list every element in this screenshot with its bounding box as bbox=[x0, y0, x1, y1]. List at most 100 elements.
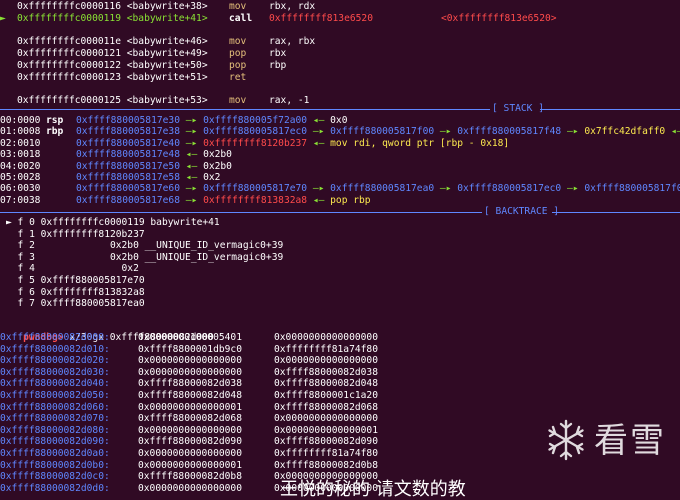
memory-row[interactable]: 0xffff88000082d070: 0xffff88000082d068 0x0… bbox=[0, 413, 378, 425]
backtrace-section-label: [ BACKTRACE ] bbox=[484, 206, 560, 217]
watermark-text: 看雪 bbox=[594, 421, 666, 461]
call-target: <0xffffffff813e6520> bbox=[441, 13, 557, 24]
backtrace-frame[interactable]: f 3 0x2b0 __UNIQUE_ID_vermagic0+39 bbox=[6, 251, 284, 264]
backtrace-frame[interactable]: ► f 0 0xffffffffc0000119 babywrite+41 bbox=[6, 217, 220, 229]
memory-row[interactable]: 0xffff88000082d080: 0x0000000000000000 0x0… bbox=[0, 425, 378, 437]
memory-value: 0x0000000000000001 bbox=[138, 459, 242, 471]
stack-value-chain: 0xffff880005817e58 ◂— 0x2 bbox=[76, 172, 221, 183]
memory-value: 0x0000000000000000 bbox=[138, 355, 242, 367]
memory-value: 0xffff88000082d0b8 bbox=[274, 459, 378, 471]
disasm-line[interactable]: ► 0xffffffffc0000119 <babywrite+41> call 0… bbox=[0, 13, 557, 25]
backtrace-frame[interactable]: f 1 0xffffffff8120b237 bbox=[6, 229, 145, 241]
backtrace-frame[interactable]: f 7 0xffff880005817ea0 bbox=[6, 298, 145, 310]
memory-value: 0x0000000100005401 bbox=[138, 332, 242, 343]
stack-offset: 00:0000 bbox=[0, 115, 41, 126]
instruction-mnemonic: mov bbox=[229, 1, 247, 12]
memory-address: 0xffff88000082d090: bbox=[0, 436, 110, 448]
stack-offset: 04:0020 bbox=[0, 160, 41, 172]
memory-row[interactable]: 0xffff88000082d030: 0x0000000000000000 0xf… bbox=[0, 367, 378, 379]
stack-section-label: [ STACK ] bbox=[492, 103, 544, 114]
memory-value: 0x0000000000000000 bbox=[274, 355, 378, 367]
stack-entry[interactable]: 04:0020 0xffff880005817e50 ◂— 0x2b0 bbox=[0, 161, 232, 173]
disasm-line[interactable]: 0xffffffffc0000121 <babywrite+49> pop rbx bbox=[0, 48, 441, 60]
memory-address: 0xffff88000082d040: bbox=[0, 378, 110, 390]
terminal-window[interactable]: 0xffffffffc0000116 <babywrite+38> mov rbx,… bbox=[0, 0, 680, 498]
stack-register: rbp bbox=[46, 126, 64, 138]
memory-address: 0xffff88000082d030: bbox=[0, 366, 110, 378]
backtrace-frame[interactable]: f 6 0xffffffff813832a8 bbox=[6, 287, 145, 299]
memory-value: 0xffff88000082d038 bbox=[274, 366, 378, 378]
memory-value: 0x0000000000000000 bbox=[138, 366, 242, 378]
stack-value-chain: 0xffff880005817e50 ◂— 0x2b0 bbox=[76, 160, 232, 172]
memory-row[interactable]: 0xffff88000082d040: 0xffff88000082d038 0xf… bbox=[0, 378, 378, 390]
stack-offset: 05:0028 bbox=[0, 172, 41, 183]
backtrace-frame-text: ► f 0 0xffffffffc0000119 babywrite+41 bbox=[6, 217, 220, 228]
stack-entry[interactable]: 07:0038 0xffff880005817e68 —▸ 0xffffffff8… bbox=[0, 195, 371, 207]
instruction-address: 0xffffffffc0000116 <babywrite+38> bbox=[17, 1, 208, 12]
stack-entry[interactable]: 03:0018 0xffff880005817e48 ◂— 0x2b0 bbox=[0, 149, 232, 161]
memory-address: 0xffff88000082d020: bbox=[0, 355, 110, 367]
stack-separator: [ STACK ] bbox=[0, 103, 680, 115]
stack-offset: 07:0038 bbox=[0, 194, 41, 206]
instruction-address: 0xffffffffc0000122 <babywrite+50> bbox=[17, 60, 208, 71]
stack-value-chain: 0xffff880005817e68 —▸ 0xffffffff813832a8… bbox=[76, 194, 371, 206]
current-instruction-arrow bbox=[0, 72, 17, 84]
backtrace-frame[interactable]: f 5 0xffff880005817e70 bbox=[6, 275, 145, 287]
memory-value: 0x0000000000000000 bbox=[274, 413, 378, 425]
memory-value: 0xffff88000082d038 bbox=[138, 378, 242, 390]
watermark: 看雪 bbox=[544, 418, 666, 466]
disasm-line[interactable]: 0xffffffffc0000122 <babywrite+50> pop rbp bbox=[0, 60, 441, 72]
instruction-operands: rbp bbox=[269, 60, 287, 71]
stack-entry[interactable]: 02:0010 0xffff880005817e40 —▸ 0xffffffff8… bbox=[0, 138, 509, 150]
stack-offset: 02:0010 bbox=[0, 137, 41, 149]
stack-value-chain: 0xffff880005817e30 —▸ 0xffff880005f72a00… bbox=[76, 115, 348, 126]
memory-address: 0xffff88000082d0b0: bbox=[0, 459, 110, 471]
memory-value: 0xffffffff81a74f80 bbox=[274, 343, 378, 355]
backtrace-frame[interactable]: f 4 0x2 bbox=[6, 263, 139, 275]
current-instruction-arrow bbox=[0, 48, 17, 60]
memory-address: 0xffff88000082d010: bbox=[0, 343, 110, 355]
memory-row[interactable]: 0xffff88000082d050: 0xffff88000082d048 0xf… bbox=[0, 390, 378, 402]
backtrace-frame-text: f 7 0xffff880005817ea0 bbox=[6, 298, 145, 310]
stack-value-chain: 0xffff880005817e38 —▸ 0xffff880005817ec0… bbox=[76, 126, 680, 138]
memory-row[interactable]: 0xffff88000082d020: 0x0000000000000000 0x0… bbox=[0, 355, 378, 367]
backtrace-frame-text: f 2 0x2b0 __UNIQUE_ID_vermagic0+39 bbox=[6, 240, 284, 252]
instruction-address: 0xffffffffc0000119 <babywrite+41> bbox=[17, 13, 208, 24]
memory-value: 0x0000000000000000 bbox=[138, 424, 242, 436]
memory-row[interactable]: 0xffff88000082d000: 0x0000000100005401 0x0… bbox=[0, 332, 378, 344]
stack-entry[interactable]: 05:0028 0xffff880005817e58 ◂— 0x2 bbox=[0, 172, 220, 184]
current-instruction-arrow bbox=[0, 36, 17, 48]
stack-offset: 06:0030 bbox=[0, 183, 41, 195]
stack-entry[interactable]: 01:0008 rbp 0xffff880005817e38 —▸ 0xffff88… bbox=[0, 126, 680, 138]
memory-value: 0x0000000000000001 bbox=[138, 401, 242, 413]
memory-value: 0xffff88000082d090 bbox=[274, 436, 378, 448]
instruction-operands: rbx bbox=[269, 48, 287, 59]
memory-value: 0xffff88000082d048 bbox=[138, 390, 242, 401]
memory-row[interactable]: 0xffff88000082d010: 0xffff8800001db9c0 0xf… bbox=[0, 344, 378, 356]
instruction-mnemonic: pop bbox=[229, 60, 247, 71]
memory-value: 0xffff88000082d0b8 bbox=[138, 471, 242, 483]
stack-entry[interactable]: 06:0030 0xffff880005817e60 —▸ 0xffff88000… bbox=[0, 183, 680, 195]
memory-value: 0x0000000000000000 bbox=[138, 448, 242, 459]
instruction-mnemonic: call bbox=[229, 13, 253, 24]
stack-value-chain: 0xffff880005817e60 —▸ 0xffff880005817e70… bbox=[76, 183, 680, 195]
current-instruction-arrow bbox=[0, 60, 17, 72]
stack-entry[interactable]: 00:0000 rsp 0xffff880005817e30 —▸ 0xffff88… bbox=[0, 115, 347, 127]
memory-row[interactable]: 0xffff88000082d060: 0x0000000000000001 0xf… bbox=[0, 402, 378, 414]
instruction-address: 0xffffffffc000011e <babywrite+46> bbox=[17, 36, 208, 47]
command-line[interactable]: pwndbg> x/30gx 0xffff88000082d000 bbox=[0, 320, 214, 343]
memory-address: 0xffff88000082d050: bbox=[0, 390, 110, 401]
disasm-line[interactable]: 0xffffffffc0000123 <babywrite+51> ret bbox=[0, 72, 441, 84]
disasm-line[interactable]: 0xffffffffc0000116 <babywrite+38> mov rbx,… bbox=[0, 1, 441, 13]
backtrace-frame-text: f 3 0x2b0 __UNIQUE_ID_vermagic0+39 bbox=[6, 251, 284, 263]
memory-row[interactable]: 0xffff88000082d0b0: 0x0000000000000001 0xf… bbox=[0, 460, 378, 472]
memory-address: 0xffff88000082d0a0: bbox=[0, 448, 110, 459]
memory-address: 0xffff88000082d0c0: bbox=[0, 471, 110, 483]
backtrace-frame-text: f 4 0x2 bbox=[6, 263, 139, 275]
backtrace-frame[interactable]: f 2 0x2b0 __UNIQUE_ID_vermagic0+39 bbox=[6, 240, 284, 252]
stack-register: rsp bbox=[46, 115, 64, 126]
memory-row[interactable]: 0xffff88000082d090: 0xffff88000082d090 0xf… bbox=[0, 436, 378, 448]
disasm-line[interactable]: 0xffffffffc000011e <babywrite+46> mov rax,… bbox=[0, 36, 441, 48]
instruction-operands: 0xffffffff813e6520 bbox=[269, 13, 373, 24]
memory-row[interactable]: 0xffff88000082d0a0: 0x0000000000000000 0xf… bbox=[0, 448, 378, 460]
